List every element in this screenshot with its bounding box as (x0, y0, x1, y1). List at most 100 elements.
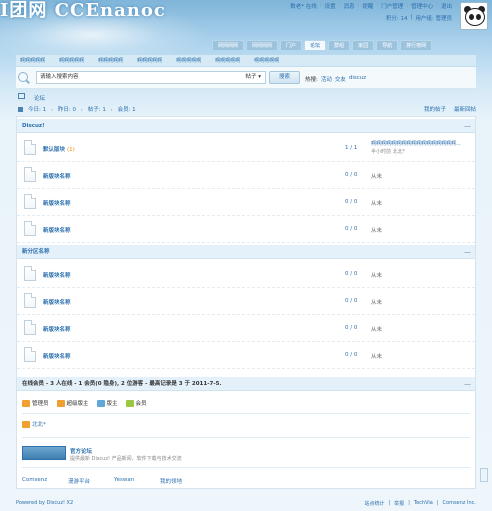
footer-powered[interactable]: Powered by Discuz! X2 (16, 500, 73, 506)
forum-row: 新版块名称 0 / 0 从未 (17, 190, 475, 216)
search-button[interactable]: 搜索 (269, 71, 300, 84)
forum-icon (24, 221, 36, 236)
search-type-select[interactable]: 帖子 ▾ (245, 72, 261, 83)
nav-tab-ranking[interactable]: 排行榜网 (400, 40, 433, 50)
site-logo[interactable]: I团网 CCEnanoc (0, 0, 166, 22)
hot-item[interactable]: discuz (349, 75, 366, 83)
breadcrumb[interactable]: 论坛 (34, 94, 45, 102)
subnav-item[interactable]: 啊啊啊啊啊 (59, 57, 84, 64)
toplink-logout[interactable]: 退出 (441, 2, 452, 10)
new-replies-link[interactable]: 最新回帖 (454, 105, 476, 113)
collapse-icon[interactable]: — (464, 377, 471, 391)
forum-name[interactable]: 新版块名称 (43, 199, 71, 207)
stat-yesterday: 昨日: 0 (57, 107, 76, 113)
collapse-icon[interactable]: — (464, 119, 471, 133)
online-user[interactable]: 北北* (22, 420, 46, 428)
home-icon[interactable] (18, 93, 25, 99)
sub-nav: 啊啊啊啊啊 啊啊啊啊啊 啊啊啊啊啊 啊啊啊啊啊 啊啊啊啊啊 啊啊啊啊啊 啊啊啊啊… (16, 55, 476, 66)
my-posts-link[interactable]: 我的帖子 (424, 105, 446, 113)
user-icon (22, 399, 30, 407)
forum-icon (24, 194, 36, 209)
friend-link[interactable]: 漫游平台 (68, 477, 114, 485)
nav-tab-navigation[interactable]: 导航 (376, 40, 399, 50)
last-post: 从未 (371, 228, 383, 234)
last-post: 从未 (371, 354, 383, 360)
last-post: 从未 (371, 174, 383, 180)
collapse-icon[interactable]: — (464, 245, 471, 259)
user-group[interactable]: 用户组: 管理员 (415, 14, 452, 22)
user-credits[interactable]: 积分: 14 (386, 14, 408, 22)
toplink-messages[interactable]: 消息 (343, 2, 354, 10)
nav-tab-forum[interactable]: 论坛 (304, 40, 327, 50)
forum-row: 新版块名称 0 / 0 从未 (17, 163, 475, 189)
forum-name[interactable]: 默认版块 (1) (43, 145, 75, 153)
toplink-user[interactable]: 数老* 在线 (290, 2, 317, 10)
scroll-top-icon[interactable] (480, 468, 488, 482)
top-links: 数老* 在线 | 设置 | 消息 | 提醒 | 门户管理 | 管理中心 | 退出 (290, 2, 452, 10)
forum-name[interactable]: 新版块名称 (43, 226, 71, 234)
last-post-title[interactable]: 啊啊啊啊啊啊啊啊啊啊啊啊啊啊啊啊啊... (371, 140, 471, 147)
friend-link-title[interactable]: 官方论坛 (70, 447, 92, 455)
forum-name[interactable]: 新版块名称 (43, 172, 71, 180)
legend-super-mod: 超级版主 (56, 399, 89, 407)
stats-links: 我的帖子 最新回帖 (424, 105, 476, 113)
user-icon (96, 399, 105, 407)
last-post-meta[interactable]: 半小时前 北北* (371, 148, 405, 155)
main-nav: 网网网网 网网网网 门户 论坛 群组 家园 导航 排行榜网 (212, 40, 433, 50)
last-post: 从未 (371, 273, 383, 279)
category-name[interactable]: 新分区名称 (22, 249, 50, 255)
footer-link[interactable]: Comsenz Inc. (443, 500, 476, 507)
avatar[interactable] (460, 2, 488, 30)
subnav-item[interactable]: 啊啊啊啊啊 (215, 57, 240, 64)
subnav-item[interactable]: 啊啊啊啊啊 (20, 57, 45, 64)
toplink-admin-center[interactable]: 管理中心 (411, 2, 433, 10)
forum-count: 0 / 0 (345, 325, 358, 331)
toplink-settings[interactable]: 设置 (325, 2, 336, 10)
legend-member: 会员 (125, 399, 147, 407)
forum-row: 默认版块 (1) 1 / 1 啊啊啊啊啊啊啊啊啊啊啊啊啊啊啊啊啊... 半小时前… (17, 136, 475, 162)
divider (22, 467, 470, 468)
subnav-item[interactable]: 啊啊啊啊啊 (254, 57, 279, 64)
footer-link[interactable]: TechVia (414, 500, 433, 507)
last-post: 从未 (371, 300, 383, 306)
forum-name[interactable]: 新版块名称 (43, 271, 71, 279)
subnav-item[interactable]: 啊啊啊啊啊 (98, 57, 123, 64)
category-header[interactable]: 新分区名称 — (17, 245, 475, 259)
footer-link[interactable]: 举报 (394, 500, 404, 507)
toplink-reminders[interactable]: 提醒 (362, 2, 373, 10)
nav-tab-2[interactable]: 网网网网 (246, 40, 279, 50)
search-input[interactable]: 请输入搜索内容 帖子 ▾ (36, 71, 266, 84)
nav-tab-group[interactable]: 群组 (328, 40, 351, 50)
hot-item[interactable]: 活动 (321, 75, 332, 83)
user-icon (125, 399, 134, 407)
footer: Powered by Discuz! X2 站点统计 | 举报 | TechVia |… (16, 500, 476, 507)
legend-mod: 版主 (96, 399, 118, 407)
forum-count: 0 / 0 (345, 172, 358, 178)
friend-link[interactable]: Yeswan (114, 477, 160, 485)
user-icon (22, 420, 30, 428)
subnav-item[interactable]: 啊啊啊啊啊 (176, 57, 201, 64)
search-icon (18, 72, 28, 82)
nav-tab-portal[interactable]: 门户 (280, 40, 303, 50)
forum-count: 0 / 0 (345, 226, 358, 232)
footer-link[interactable]: 站点统计 (364, 500, 384, 507)
friend-link[interactable]: Comsenz (22, 477, 68, 485)
category-name[interactable]: Discuz! (22, 123, 45, 129)
nav-tab-1[interactable]: 网网网网 (212, 40, 245, 50)
subnav-item[interactable]: 啊啊啊啊啊 (137, 57, 162, 64)
friend-link[interactable]: 我的领地 (160, 477, 206, 485)
forum-icon (24, 347, 36, 362)
online-members-header[interactable]: 在线会员 - 3 人在线 - 1 会员(0 隐身), 2 位游客 - 最高记录是… (17, 377, 475, 391)
category-header[interactable]: Discuz! — (17, 119, 475, 133)
nav-tab-home[interactable]: 家园 (352, 40, 375, 50)
toplink-portal-admin[interactable]: 门户管理 (381, 2, 403, 10)
stats-icon (18, 106, 23, 112)
forum-name[interactable]: 新版块名称 (43, 352, 71, 360)
forum-name[interactable]: 新版块名称 (43, 298, 71, 306)
hot-item[interactable]: 交友 (335, 75, 346, 83)
online-heading: 在线会员 - 3 人在线 - 1 会员(0 隐身), 2 位游客 - 最高记录是… (22, 381, 222, 387)
forum-name[interactable]: 新版块名称 (43, 325, 71, 333)
forum-row: 新版块名称 0 / 0 从未 (17, 217, 475, 243)
friend-links: Comsenz 漫游平台 Yeswan 我的领地 (22, 477, 206, 485)
discuz-logo[interactable] (22, 446, 66, 460)
